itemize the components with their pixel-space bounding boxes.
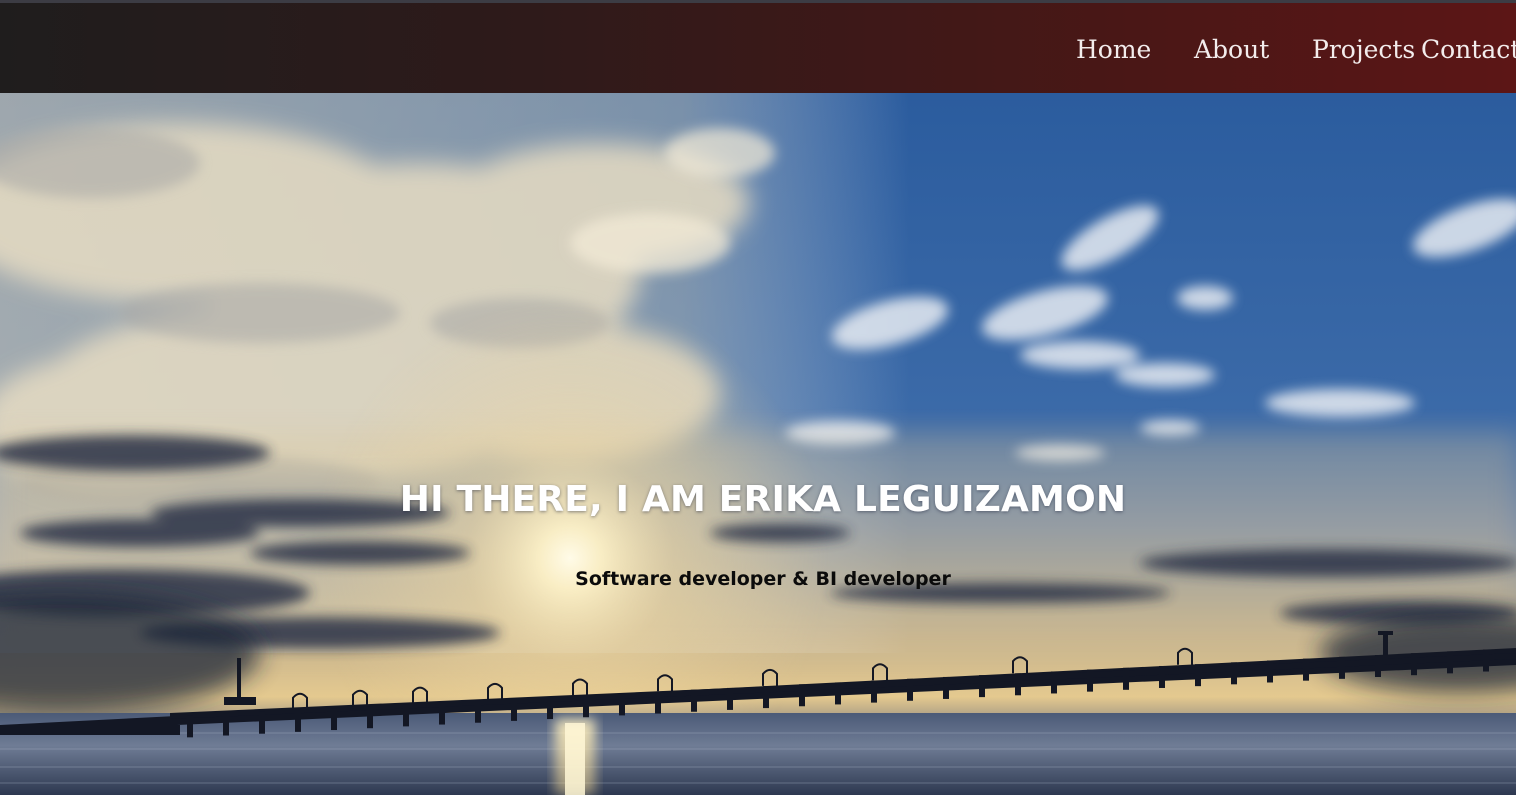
nav-link-projects[interactable]: Projects bbox=[1312, 33, 1415, 67]
hero-subtitle: Software developer & BI developer bbox=[575, 568, 951, 590]
hero-background-photo bbox=[0, 93, 1516, 795]
nav-link-about[interactable]: About bbox=[1194, 33, 1269, 67]
hero-title: HI THERE, I AM ERIKA LEGUIZAMON bbox=[399, 479, 1127, 520]
top-navbar: Home About Projects Contact bbox=[0, 3, 1516, 93]
hero-section: HI THERE, I AM ERIKA LEGUIZAMON Software… bbox=[0, 93, 1516, 795]
nav-link-home[interactable]: Home bbox=[1076, 33, 1151, 67]
nav-link-contact[interactable]: Contact bbox=[1421, 33, 1516, 67]
